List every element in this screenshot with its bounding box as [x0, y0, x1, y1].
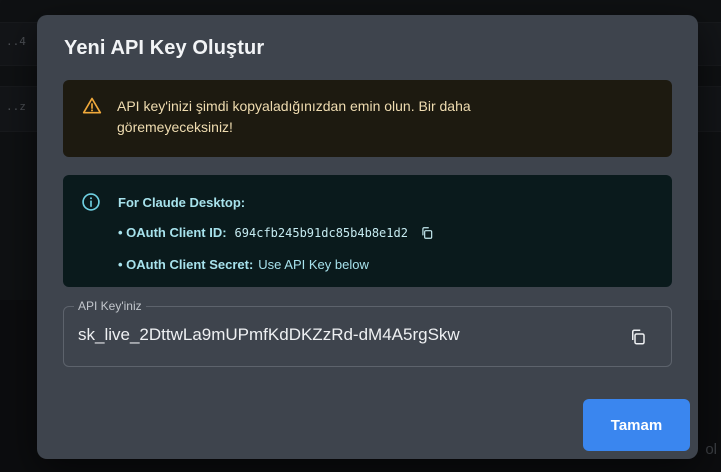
copy-client-id-icon[interactable] — [420, 226, 434, 240]
oauth-client-id-label: • OAuth Client ID: — [118, 225, 227, 240]
api-key-field-label: API Key'iniz — [74, 299, 146, 313]
warning-message: API key'inizi şimdi kopyaladığınızdan em… — [117, 98, 471, 135]
info-circle-icon — [82, 193, 100, 211]
info-heading: For Claude Desktop: — [118, 195, 246, 210]
oauth-client-id-value: 694cfb245b91dc85b4b8e1d2 — [234, 226, 408, 240]
info-alert: For Claude Desktop: • OAuth Client ID: 6… — [63, 175, 672, 287]
oauth-client-secret-value: Use API Key below — [258, 257, 369, 272]
warning-alert: API key'inizi şimdi kopyaladığınızdan em… — [63, 80, 672, 157]
create-api-key-dialog: Yeni API Key Oluştur API key'inizi şimdi… — [37, 15, 698, 459]
oauth-client-id-line: • OAuth Client ID: 694cfb245b91dc85b4b8e… — [118, 223, 652, 243]
oauth-client-secret-label: • OAuth Client Secret: — [118, 257, 254, 272]
ok-button[interactable]: Tamam — [583, 399, 690, 451]
dialog-title: Yeni API Key Oluştur — [64, 37, 265, 59]
api-key-input[interactable] — [78, 325, 598, 345]
api-key-field: API Key'iniz — [63, 299, 672, 367]
copy-api-key-icon[interactable] — [629, 328, 647, 346]
oauth-client-secret-line: • OAuth Client Secret: Use API Key below — [118, 255, 652, 275]
warning-triangle-icon — [82, 97, 102, 114]
